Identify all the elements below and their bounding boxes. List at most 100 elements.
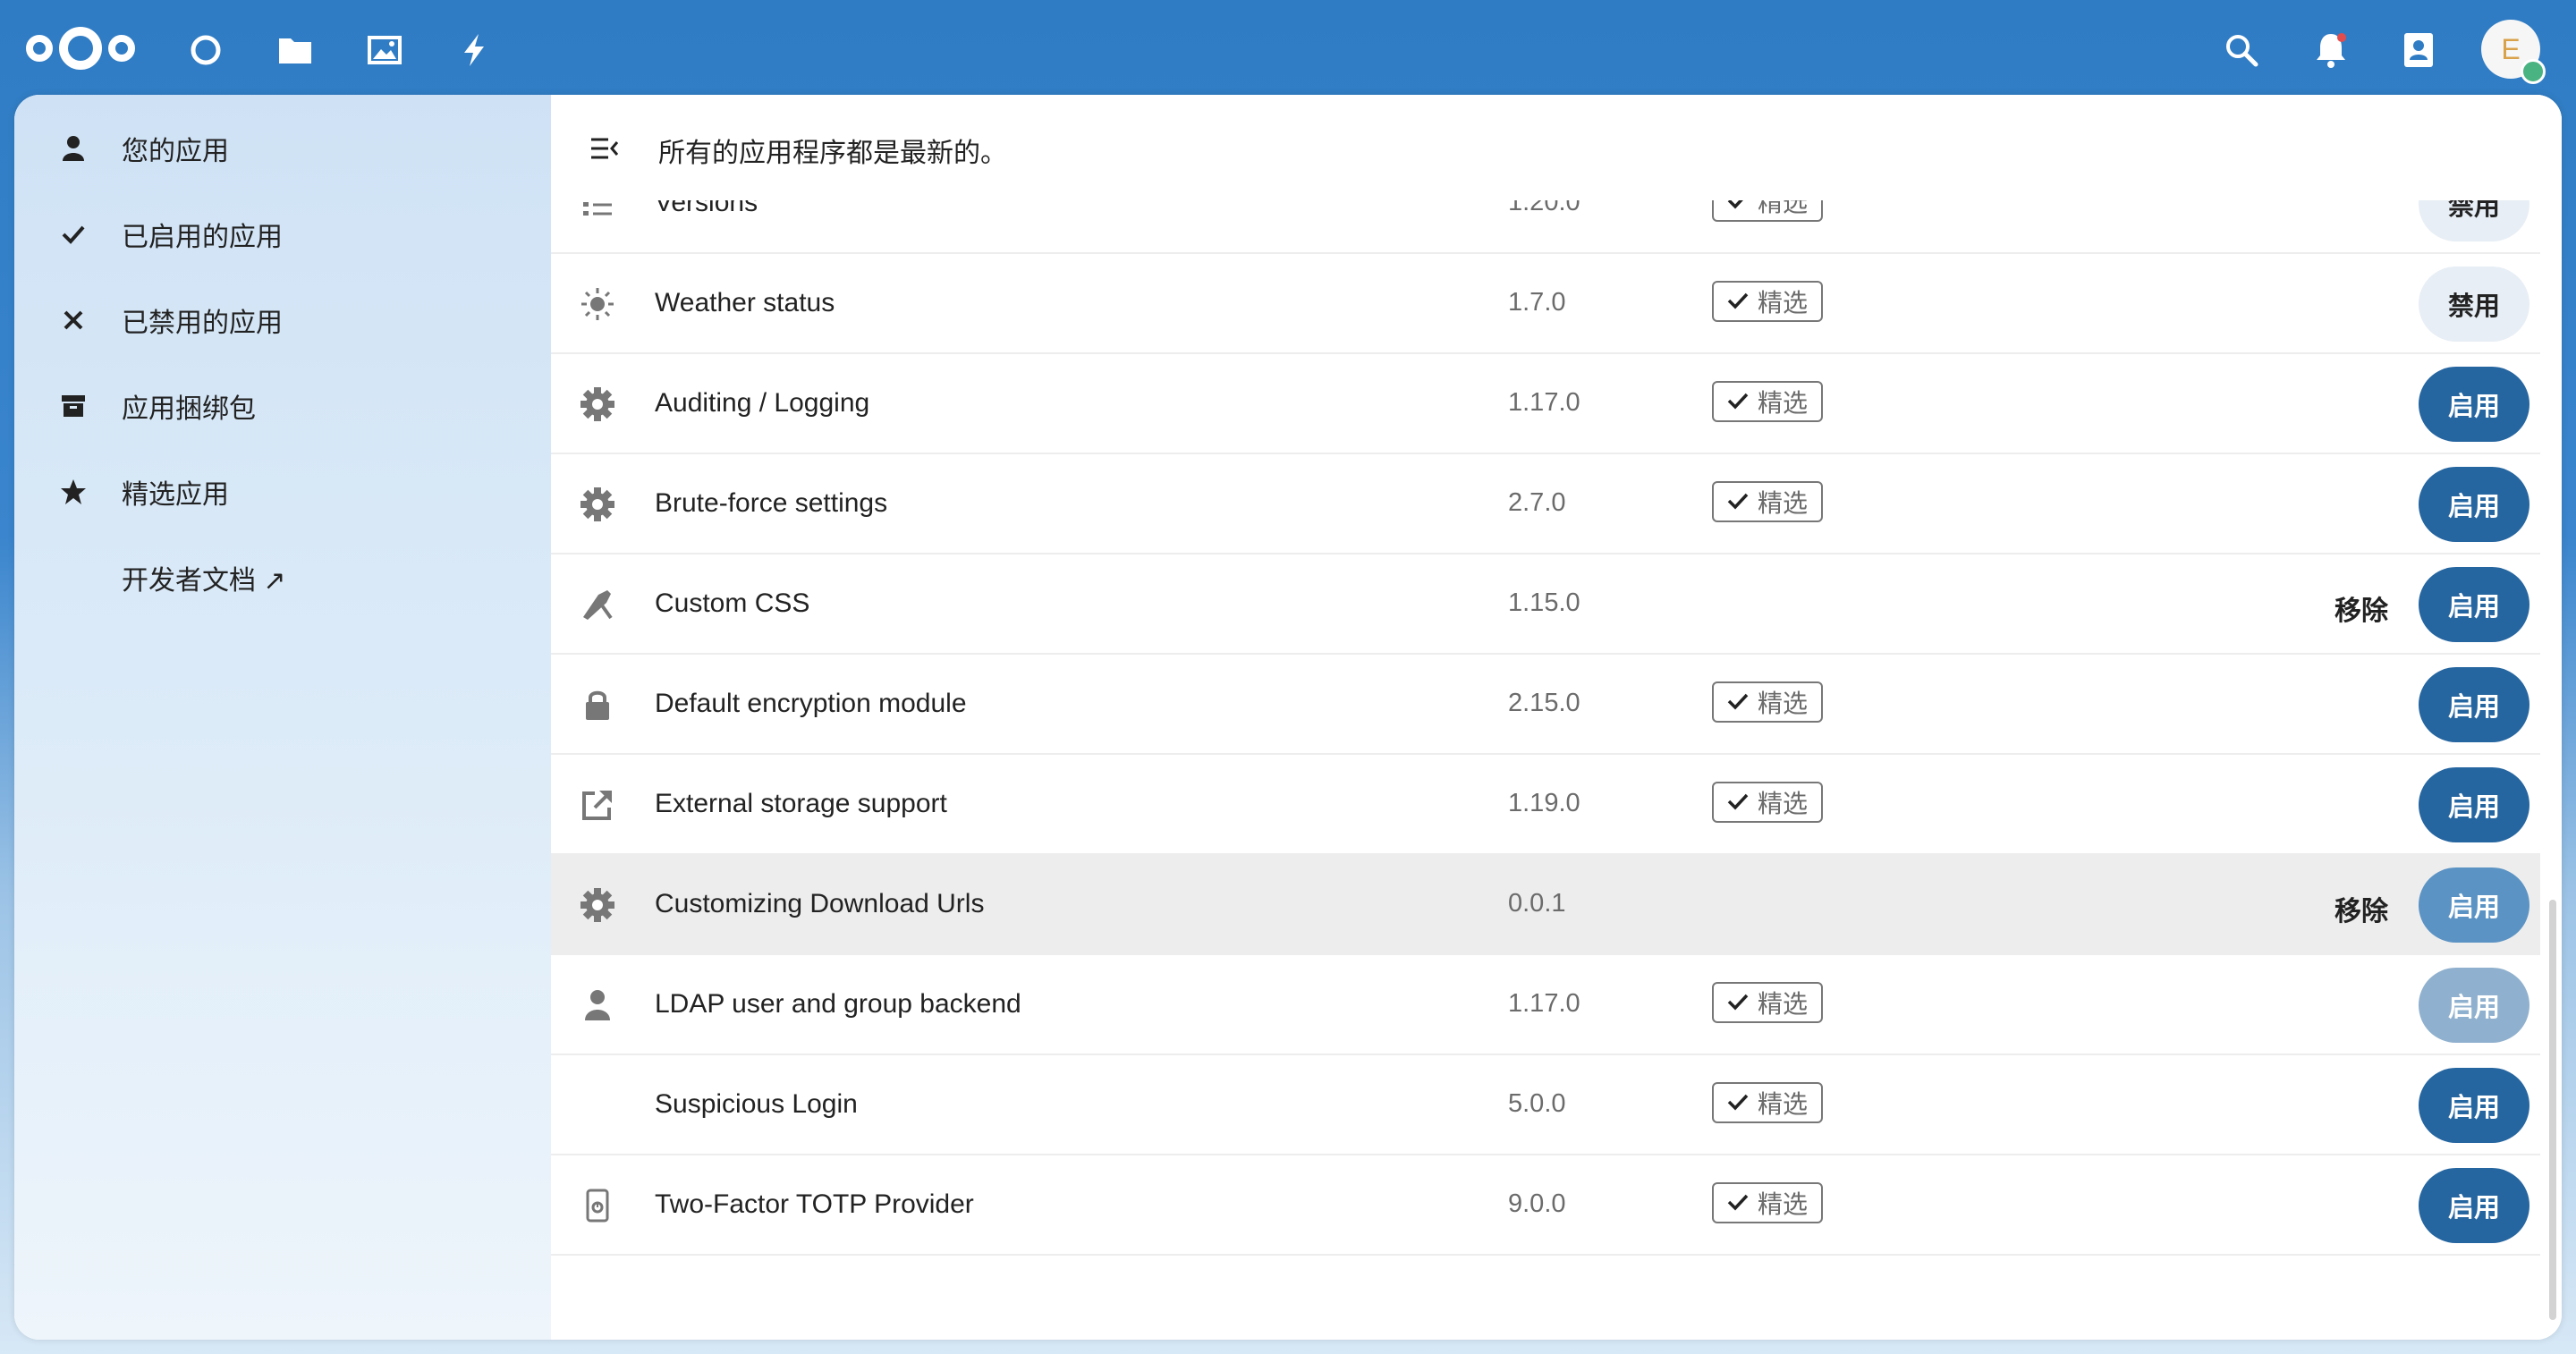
content-topbar: 所有的应用程序都是最新的。	[551, 95, 2562, 200]
featured-badge: 精选	[1712, 381, 1823, 422]
app-name[interactable]: Customizing Download Urls	[655, 889, 984, 919]
update-status-text: 所有的应用程序都是最新的。	[658, 139, 1007, 168]
app-name[interactable]: Default encryption module	[655, 689, 967, 719]
featured-badge: 精选	[1712, 1182, 1823, 1223]
check-icon	[1727, 287, 1749, 316]
enable-button[interactable]: 启用	[2419, 567, 2529, 642]
app-version: 2.7.0	[1508, 488, 1566, 517]
sidebar-item-label: 已禁用的应用	[122, 309, 283, 338]
app-row[interactable]: Two-Factor TOTP Provider 9.0.0 精选 启用	[551, 1155, 2540, 1256]
contacts-icon[interactable]	[2397, 29, 2440, 72]
featured-label: 精选	[1757, 690, 1808, 717]
check-icon	[1727, 387, 1749, 416]
app-row[interactable]: Suspicious Login 5.0.0 精选 启用	[551, 1055, 2540, 1155]
sidebar-item-developer-docs[interactable]: 开发者文档 ↗	[29, 542, 537, 614]
app-row[interactable]: LDAP user and group backend 1.17.0 精选 启用	[551, 955, 2540, 1055]
featured-label: 精选	[1757, 289, 1808, 317]
nextcloud-logo[interactable]	[23, 21, 138, 75]
app-row[interactable]: Weather status 1.7.0 精选 禁用	[551, 254, 2540, 354]
check-icon	[1727, 788, 1749, 817]
featured-label: 精选	[1757, 990, 1808, 1018]
gear-icon	[580, 887, 615, 923]
app-name[interactable]: Suspicious Login	[655, 1089, 858, 1120]
gear-icon	[580, 386, 615, 422]
sidebar-item-your-apps[interactable]: 您的应用	[29, 113, 537, 184]
app-content: Versions 1.20.0 精选 禁用 Weather status 1.7.0 精选禁…	[551, 95, 2562, 1340]
featured-label: 精选	[1757, 790, 1808, 817]
enable-button[interactable]: 启用	[2419, 467, 2529, 542]
top-header: E	[0, 0, 2576, 95]
sidebar-item-label: 应用捆绑包	[122, 394, 256, 424]
app-version: 2.15.0	[1508, 689, 1580, 717]
external-icon	[580, 787, 615, 823]
close-icon	[38, 309, 109, 331]
featured-label: 精选	[1757, 1190, 1808, 1218]
app-row[interactable]: Customizing Download Urls 0.0.1 移除 启用	[551, 855, 2540, 955]
sidebar-item-label: 已启用的应用	[122, 223, 283, 252]
sidebar-item-featured-apps[interactable]: 精选应用	[29, 456, 537, 528]
featured-badge: 精选	[1712, 281, 1823, 322]
activity-icon[interactable]	[453, 30, 496, 70]
navigation-toggle-icon[interactable]	[581, 125, 628, 172]
dashboard-icon[interactable]	[184, 32, 227, 68]
enable-button[interactable]: 启用	[2419, 767, 2529, 842]
enable-button[interactable]: 启用	[2419, 1168, 2529, 1243]
sidebar-item-enabled-apps[interactable]: 已启用的应用	[29, 199, 537, 270]
notifications-icon[interactable]	[2309, 29, 2352, 72]
star-icon	[38, 478, 109, 505]
lock-icon	[580, 687, 615, 723]
sidebar-item-disabled-apps[interactable]: 已禁用的应用	[29, 284, 537, 356]
app-row[interactable]: Auditing / Logging 1.17.0 精选 启用	[551, 354, 2540, 454]
enable-button[interactable]: 启用	[2419, 367, 2529, 442]
gear-icon	[580, 487, 615, 522]
app-version: 5.0.0	[1508, 1089, 1566, 1118]
app-name[interactable]: LDAP user and group backend	[655, 989, 1021, 1020]
remove-button[interactable]: 移除	[2334, 588, 2388, 628]
sidebar-item-label: 开发者文档 ↗	[122, 566, 286, 596]
featured-label: 精选	[1757, 489, 1808, 517]
app-frame: 您的应用 已启用的应用 已禁用的应用 应用捆绑包 精选应用 开发者文档 ↗ Ve…	[14, 95, 2562, 1340]
app-version: 9.0.0	[1508, 1189, 1566, 1218]
enable-button[interactable]: 启用	[2419, 667, 2529, 742]
app-row[interactable]: Brute-force settings 2.7.0 精选 启用	[551, 454, 2540, 554]
app-icon	[580, 1087, 615, 1123]
apps-list: Versions 1.20.0 精选 禁用 Weather status 1.7.0 精选禁…	[551, 95, 2562, 1340]
sun-icon	[580, 286, 615, 322]
app-name[interactable]: Custom CSS	[655, 588, 809, 619]
app-name[interactable]: External storage support	[655, 789, 947, 819]
photos-icon[interactable]	[363, 32, 406, 68]
enable-button[interactable]: 启用	[2419, 1068, 2529, 1143]
featured-badge: 精选	[1712, 681, 1823, 723]
app-name[interactable]: Two-Factor TOTP Provider	[655, 1189, 974, 1220]
app-row[interactable]: Default encryption module 2.15.0 精选 启用	[551, 655, 2540, 755]
check-icon	[1727, 1088, 1749, 1117]
avatar-letter: E	[2501, 32, 2521, 65]
enable-button[interactable]: 启用	[2419, 968, 2529, 1043]
sidebar-item-label: 您的应用	[122, 137, 229, 166]
disable-button[interactable]: 禁用	[2419, 267, 2529, 342]
check-icon	[1727, 1189, 1749, 1217]
check-icon	[1727, 988, 1749, 1017]
sidebar-item-app-bundles[interactable]: 应用捆绑包	[29, 370, 537, 442]
app-version: 1.17.0	[1508, 388, 1580, 417]
enable-button[interactable]: 启用	[2419, 867, 2529, 943]
user-icon	[580, 987, 615, 1023]
app-navigation: 您的应用 已启用的应用 已禁用的应用 应用捆绑包 精选应用 开发者文档 ↗	[14, 95, 551, 1340]
featured-badge: 精选	[1712, 481, 1823, 522]
app-name[interactable]: Weather status	[655, 288, 835, 318]
archive-icon	[38, 394, 109, 418]
check-icon	[38, 224, 109, 245]
brush-icon	[580, 587, 615, 622]
remove-button[interactable]: 移除	[2334, 889, 2388, 928]
app-version: 1.17.0	[1508, 989, 1580, 1018]
check-icon	[1727, 688, 1749, 716]
files-icon[interactable]	[274, 32, 317, 68]
scrollbar[interactable]	[2549, 900, 2556, 1320]
app-name[interactable]: Brute-force settings	[655, 488, 887, 519]
app-row[interactable]: External storage support 1.19.0 精选 启用	[551, 755, 2540, 855]
app-name[interactable]: Auditing / Logging	[655, 388, 869, 419]
featured-label: 精选	[1757, 389, 1808, 417]
search-icon[interactable]	[2220, 30, 2263, 70]
totp-icon	[580, 1188, 615, 1223]
app-row[interactable]: Custom CSS 1.15.0 移除 启用	[551, 554, 2540, 655]
